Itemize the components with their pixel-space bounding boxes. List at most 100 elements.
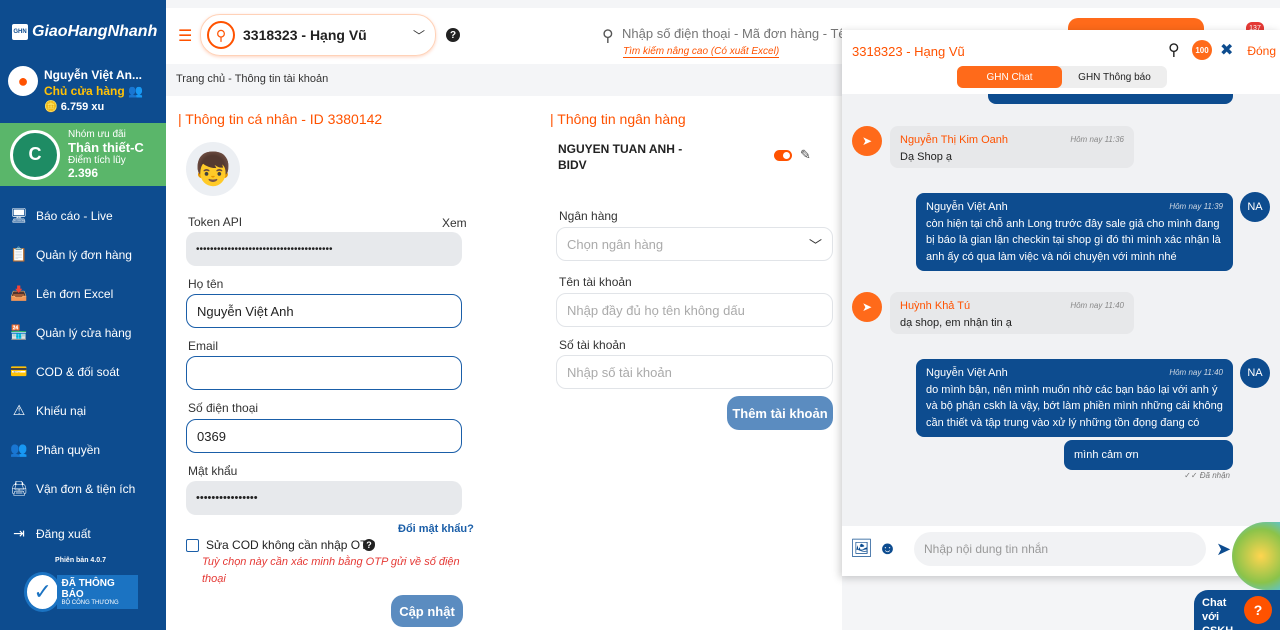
breadcrumb: Trang chủ - Thông tin tài khoản [176,73,329,85]
top-strip [166,0,1280,8]
support-agent-icon: ? [1244,596,1272,624]
printer-icon: 🖨 [10,480,28,496]
cod-otp-note: Tuỳ chọn này cần xác minh bằng OTP gửi v… [202,556,460,585]
sidebar-item-stores[interactable]: 🏪 Quản lý cửa hàng [0,313,166,352]
search-input[interactable] [622,26,842,41]
user-name: Nguyễn Việt An... [44,68,143,82]
account-info-card: | Thông tin cá nhân - ID 3380142 👦 Token… [166,96,842,630]
change-password-link[interactable]: Đổi mật khẩu? [398,523,474,535]
check-badge-icon: ✓ [24,572,62,612]
logout-button[interactable]: ⇥ Đăng xuất [0,514,166,553]
sidebar-item-complaints[interactable]: ⚠ Khiếu nại [0,391,166,430]
password-field[interactable]: •••••••••••••••• [186,481,462,515]
sidebar-item-cod[interactable]: 💳 COD & đối soát [0,352,166,391]
token-label: Token API [188,215,243,229]
bank-label: Ngân hàng [559,209,618,223]
shop-selector[interactable]: ⚲ 3318323 - Hạng Vũ ﹀ [200,14,436,56]
bank-default-toggle[interactable] [774,150,792,161]
message-time: Hôm nay 11:40 [1070,301,1124,310]
chat-header: 3318323 - Hạng Vũ ⚲ 100 ✖ Đóng GHN Chat … [842,30,1280,94]
user-profile[interactable]: ● Nguyễn Việt An... Chủ cửa hàng 👥 🪙 6.7… [0,64,166,123]
token-view-link[interactable]: Xem [442,216,467,230]
bct-registered-badge[interactable]: ✓ ĐÃ THÔNG BÁO BỘ CÔNG THƯƠNG [24,572,138,612]
search-icon[interactable]: ⚲ [602,26,614,46]
users-icon: 👥 [10,441,28,457]
bct-sub: BỘ CÔNG THƯƠNG [61,600,119,606]
add-account-button[interactable]: Thêm tài khoản [727,396,833,430]
chat-tabs: GHN Chat GHN Thông báo [957,66,1167,88]
tab-ghn-chat[interactable]: GHN Chat [957,66,1062,88]
account-name-input[interactable]: Nhập đầy đủ họ tên không dấu [556,293,833,327]
message-text: còn hiện tại chỗ anh Long trước đây sale… [926,217,1221,263]
advanced-search-link[interactable]: Tìm kiếm nâng cao (Có xuất Excel) [623,46,780,58]
ghn-agent-avatar-icon: ➤ [852,126,882,156]
sidebar: GHN GiaoHangNhanh ● Nguyễn Việt An... Ch… [0,0,166,630]
sidebar-item-report[interactable]: 🖥 Báo cáo - Live [0,196,166,235]
tier-points: 2.396 [68,166,99,180]
tier-group: Nhóm ưu đãi [68,129,126,140]
chevron-down-icon: ﹀ [808,237,822,253]
sidebar-item-utilities[interactable]: 🖨 Vận đơn & tiện ích [0,469,166,508]
message-time: Hôm nay 11:39 [1169,202,1223,211]
chat-cskh-label: Chat với CSKH [1202,597,1233,630]
sidebar-item-permissions[interactable]: 👥 Phân quyền [0,430,166,469]
tier-points-label: Điểm tích lũy [68,155,126,166]
profile-avatar-icon[interactable]: 👦 [186,142,240,196]
chat-shop-name: 3318323 - Hạng Vũ [852,44,965,59]
emoji-icon[interactable]: ☻ [878,538,897,559]
brand-logo[interactable]: GHN GiaoHangNhanh [0,0,166,64]
tools-icon[interactable]: ✖ [1220,40,1233,60]
update-button[interactable]: Cập nhật [391,595,463,627]
help-icon[interactable]: ? [446,28,460,42]
cod-otp-label: Sửa COD không cần nhập OTP [206,538,376,552]
personal-info-title: | Thông tin cá nhân - ID 3380142 [178,111,383,127]
message-time: Hôm nay 11:36 [1070,135,1124,144]
membership-tier[interactable]: C Nhóm ưu đãi Thân thiết-C Điểm tích lũy… [0,123,166,186]
coin-icon: 🪙 [44,101,58,113]
message-bubble-partial [988,94,1233,104]
ghn-agent-avatar-icon: ➤ [852,292,882,322]
message-bubble: Huỳnh Khả Tú Hôm nay 11:40 dạ shop, em n… [890,292,1134,334]
phone-label: Số điện thoại [188,401,259,415]
cod-help-icon[interactable]: ? [363,539,375,551]
send-icon[interactable]: ➤ [1216,539,1231,560]
shop-selector-label: 3318323 - Hạng Vũ [243,27,367,43]
edit-pencil-icon[interactable]: ✎ [800,147,811,163]
user-avatar-icon: ● [8,66,38,96]
bank-select[interactable]: Chọn ngân hàng ﹀ [556,227,833,261]
version-label: Phiên bản 4.0.7 [55,557,106,564]
store-icon: 🏪 [10,324,28,340]
chat-panel: 3318323 - Hạng Vũ ⚲ 100 ✖ Đóng GHN Chat … [842,30,1280,576]
bank-short-name: BIDV [558,158,587,172]
account-number-input[interactable]: Nhập số tài khoản [556,355,833,389]
name-label: Họ tên [188,277,224,291]
bank-account-name: NGUYEN TUAN ANH - [558,142,683,156]
account-name-label: Tên tài khoản [559,275,632,289]
hamburger-menu-icon[interactable]: ☰ [178,26,192,46]
store-owner-icon: 👥 [128,84,143,98]
warning-icon: ⚠ [12,402,26,418]
search-icon[interactable]: ⚲ [1168,40,1180,60]
sidebar-item-excel[interactable]: 📥 Lên đơn Excel [0,274,166,313]
tab-ghn-notifications[interactable]: GHN Thông báo [1062,66,1167,88]
clipboard-icon: 📋 [10,246,28,262]
bank-account-entry[interactable]: NGUYEN TUAN ANH - BIDV [558,141,682,173]
read-status: ✓✓ Đã nhận [1184,471,1230,480]
score-badge-icon[interactable]: 100 [1192,40,1212,60]
email-field[interactable] [186,356,462,390]
sidebar-item-orders[interactable]: 📋 Quản lý đơn hàng [0,235,166,274]
sidebar-menu: 🖥 Báo cáo - Live 📋 Quản lý đơn hàng 📥 Lên đ… [0,196,166,553]
chat-cskh-button[interactable]: Chat với CSKH ? [1194,590,1280,630]
phone-field[interactable]: 0369 [186,419,462,453]
chat-close-button[interactable]: Đóng [1247,44,1276,58]
message-bubble: Nguyễn Việt Anh Hôm nay 11:40 do mình bậ… [916,359,1233,437]
user-role: Chủ cửa hàng 👥 [44,84,143,98]
message-text: do mình bận, nên mình muốn nhờ các bạn b… [926,383,1223,429]
chat-message-input[interactable]: Nhập nội dung tin nhắn [914,532,1206,566]
name-field[interactable]: Nguyễn Việt Anh [186,294,462,328]
image-attach-icon[interactable]: 🖼 [850,538,873,559]
chat-messages: ➤ Nguyễn Thị Kim Oanh Hôm nay 11:36 Dạ S… [842,94,1280,526]
token-field[interactable]: ••••••••••••••••••••••••••••••••••••••• [186,232,462,266]
card-icon: 💳 [10,363,28,379]
cod-otp-checkbox[interactable] [186,539,199,552]
